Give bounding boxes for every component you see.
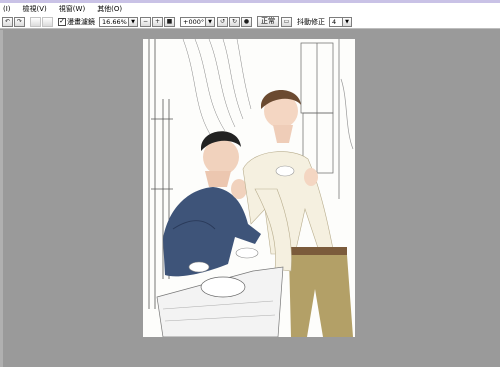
plus-icon: +: [154, 17, 161, 25]
rotate-reset-button[interactable]: ●: [241, 16, 252, 27]
menu-item-i[interactable]: (I): [0, 3, 14, 15]
checkmark-icon: ✓: [59, 17, 65, 25]
illustration: [143, 39, 355, 337]
fit-icon: ■: [166, 17, 173, 25]
disabled-button-1[interactable]: [30, 16, 41, 27]
disabled-button-2[interactable]: [42, 16, 53, 27]
zoom-field[interactable]: 16.66%: [99, 16, 129, 27]
menu-item-view[interactable]: 檢視(V): [20, 3, 50, 15]
toolbar: ↶ ↷ ✓ 漫畫濾鏡 16.66% ▼ − + ■ +000° ▼ ↺ ↻ ● …: [0, 15, 500, 29]
rotate-left-icon: ↺: [219, 17, 226, 25]
undo-icon: ↶: [4, 17, 11, 25]
redo-button[interactable]: ↷: [14, 16, 25, 27]
stabilizer-field[interactable]: 4: [329, 16, 343, 27]
canvas-artwork[interactable]: [143, 39, 355, 337]
normal-view-button[interactable]: 正常: [257, 16, 279, 27]
chevron-down-icon: ▼: [208, 18, 212, 25]
menu-bar: (I) 檢視(V) 視窗(W) 其他(O): [0, 3, 500, 15]
menu-item-window[interactable]: 視窗(W): [56, 3, 88, 15]
zoom-in-button[interactable]: +: [152, 16, 163, 27]
flip-button[interactable]: ▭: [281, 16, 292, 27]
chevron-down-icon: ▼: [345, 18, 349, 25]
stabilizer-dropdown-button[interactable]: ▼: [343, 16, 352, 27]
fit-to-window-button[interactable]: ■: [164, 16, 175, 27]
menu-item-other[interactable]: 其他(O): [94, 3, 125, 15]
smooth-scaling-checkbox[interactable]: ✓: [58, 17, 66, 26]
rotate-right-icon: ↻: [231, 17, 238, 25]
flip-icon: ▭: [283, 17, 290, 25]
stabilizer-label: 抖動修正: [297, 17, 325, 26]
zoom-out-button[interactable]: −: [140, 16, 151, 27]
undo-button[interactable]: ↶: [2, 16, 13, 27]
rotate-reset-icon: ●: [243, 17, 250, 25]
smooth-scaling-label: 漫畫濾鏡: [67, 17, 95, 26]
zoom-dropdown-button[interactable]: ▼: [129, 16, 138, 27]
rotation-field[interactable]: +000°: [180, 16, 206, 27]
rotate-right-button[interactable]: ↻: [229, 16, 240, 27]
redo-icon: ↷: [16, 17, 23, 25]
chevron-down-icon: ▼: [131, 18, 135, 25]
rotate-left-button[interactable]: ↺: [217, 16, 228, 27]
left-panel-edge: [0, 30, 3, 367]
rotation-dropdown-button[interactable]: ▼: [206, 16, 215, 27]
minus-icon: −: [142, 17, 149, 25]
